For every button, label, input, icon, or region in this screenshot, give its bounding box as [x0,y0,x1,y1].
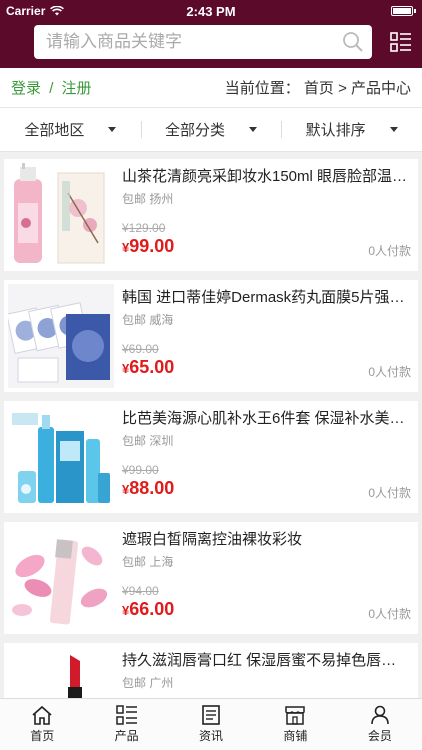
tab-home[interactable]: 首页 [0,699,84,750]
login-link[interactable]: 登录 [11,80,41,97]
product-card[interactable]: 韩国 进口蒂佳婷Dermask药丸面膜5片强效补水 包邮 威海 ¥69.00 ¥… [4,280,418,392]
price-amount: 99.00 [129,236,175,256]
product-city: 广州 [149,676,174,690]
tab-shop-label: 商铺 [283,729,308,743]
original-price: ¥94.00 [122,584,159,598]
tab-member-label: 会员 [367,729,392,743]
filter-bar: 全部地区 全部分类 默认排序 [0,108,422,152]
price-amount: 65.00 [129,357,175,377]
product-image [8,163,114,267]
shipping-label: 包邮 [122,192,147,206]
filter-region[interactable]: 全部地区 [0,119,141,140]
filter-category-label: 全部分类 [165,122,226,139]
shipping-label: 包邮 [122,555,147,569]
tab-news-label: 资讯 [199,729,224,743]
news-icon [202,705,220,725]
tab-shop[interactable]: 商铺 [253,699,337,750]
tab-news[interactable]: 资讯 [169,699,253,750]
product-card[interactable]: 山茶花清颜亮采卸妆水150ml 眼唇脸部温和卸妆 包邮 扬州 ¥129.00 ¥… [4,159,418,271]
shop-icon [285,706,306,725]
original-price: ¥99.00 [122,463,159,477]
tab-member[interactable]: 会员 [338,699,422,750]
product-image [8,526,114,630]
sold-count: 0人付款 [368,244,411,258]
breadcrumb: 当前位置： 首页 > 产品中心 [224,80,411,97]
status-bar: Carrier 2:43 PM [0,0,422,22]
wifi-icon [50,6,65,16]
bottom-tab-bar: 首页 产品 资讯 商铺 会员 [0,698,422,750]
filter-category[interactable]: 全部分类 [140,119,282,140]
shipping-label: 包邮 [122,434,147,448]
product-city: 深圳 [149,434,174,448]
product-meta: 包邮 扬州 [122,190,411,207]
product-image [8,284,114,388]
product-image [8,405,114,509]
original-price: ¥69.00 [122,342,159,356]
price-amount: 88.00 [129,478,175,498]
search-icon[interactable] [342,31,364,53]
login-separator: / [49,80,54,97]
product-title[interactable]: 持久滋润唇膏口红 保湿唇蜜不易掉色唇彩正品 [122,651,411,671]
product-city: 上海 [149,555,174,569]
filter-sort-label: 默认排序 [305,122,366,139]
product-card[interactable]: 比芭美海源心肌补水王6件套 保湿补水美白套装 包邮 深圳 ¥99.00 ¥88.… [4,401,418,513]
caret-down-icon [249,127,258,132]
caret-down-icon [389,127,398,132]
product-title[interactable]: 比芭美海源心肌补水王6件套 保湿补水美白套装 [122,409,411,429]
tab-home-label: 首页 [30,729,55,743]
sold-count: 0人付款 [368,607,411,621]
product-meta: 包邮 上海 [122,553,411,570]
caret-down-icon [108,127,117,132]
product-meta: 包邮 威海 [122,311,411,328]
tab-products-label: 产品 [114,729,139,743]
sold-count: 0人付款 [368,365,411,379]
product-city: 威海 [149,313,174,327]
original-price: ¥129.00 [122,221,166,235]
tab-products[interactable]: 产品 [84,699,168,750]
search-box[interactable] [34,25,372,59]
user-icon [371,705,389,725]
menu-grid-icon [390,32,411,52]
filter-region-label: 全部地区 [24,122,85,139]
product-title[interactable]: 韩国 进口蒂佳婷Dermask药丸面膜5片强效补水 [122,288,411,308]
product-city: 扬州 [149,192,174,206]
product-meta: 包邮 深圳 [122,432,411,449]
home-icon [32,705,52,725]
product-card[interactable]: 遮瑕白皙隔离控油裸妆彩妆 包邮 上海 ¥94.00 ¥66.00 0人付款 [4,522,418,634]
product-meta: 包邮 广州 [122,674,411,691]
top-header: Carrier 2:43 PM [0,0,422,68]
search-input[interactable] [46,32,342,52]
menu-button[interactable] [372,25,412,59]
carrier-label: Carrier [6,4,46,18]
battery-icon [391,6,413,16]
list-icon [115,705,137,725]
subheader: 登录 / 注册 当前位置： 首页 > 产品中心 [0,68,422,108]
shipping-label: 包邮 [122,313,147,327]
product-list: 山茶花清颜亮采卸妆水150ml 眼唇脸部温和卸妆 包邮 扬州 ¥129.00 ¥… [0,152,422,750]
register-link[interactable]: 注册 [62,80,92,97]
product-title[interactable]: 遮瑕白皙隔离控油裸妆彩妆 [122,530,411,550]
filter-sort[interactable]: 默认排序 [281,119,422,140]
sold-count: 0人付款 [368,486,411,500]
product-title[interactable]: 山茶花清颜亮采卸妆水150ml 眼唇脸部温和卸妆 [122,167,411,187]
shipping-label: 包邮 [122,676,147,690]
price-amount: 66.00 [129,599,175,619]
